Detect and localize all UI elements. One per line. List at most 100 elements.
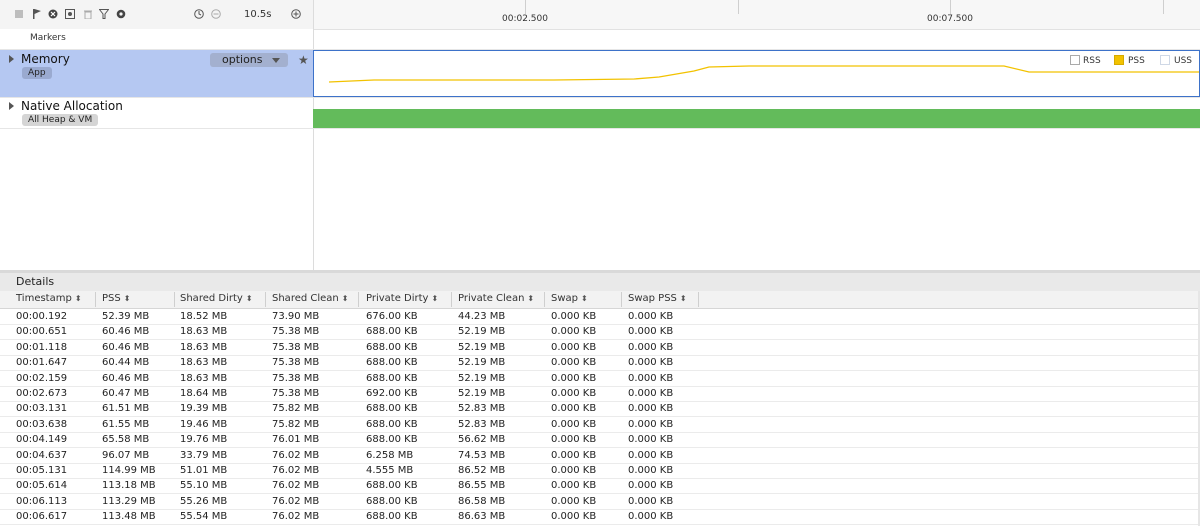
zoom-in-icon[interactable] xyxy=(291,9,301,19)
table-cell: 688.00 KB xyxy=(366,357,418,369)
column-header[interactable]: Timestamp ⬍ xyxy=(16,293,82,304)
table-cell: 0.000 KB xyxy=(628,326,674,338)
table-cell: 86.52 MB xyxy=(458,465,506,476)
native-allocation-bar[interactable] xyxy=(313,109,1200,128)
table-cell: 113.29 MB xyxy=(102,495,156,507)
table-cell: 18.63 MB xyxy=(180,357,228,369)
table-row[interactable]: 00:04.637 96.07 MB 33.79 MB 76.02 MB 6.258 M… xyxy=(0,448,1200,464)
sort-icon[interactable]: ⬍ xyxy=(124,294,131,303)
column-header[interactable]: Private Dirty ⬍ xyxy=(366,293,438,304)
table-row[interactable]: 00:05.131 114.99 MB 51.01 MB 76.02 MB 4.555 … xyxy=(0,463,1200,479)
table-cell: 55.54 MB xyxy=(180,511,228,523)
column-header[interactable]: Private Clean ⬍ xyxy=(458,293,534,304)
star-icon[interactable]: ★ xyxy=(298,53,309,67)
table-row[interactable]: 00:02.159 60.46 MB 18.63 MB 75.38 MB 688.00 … xyxy=(0,371,1200,387)
memory-chart[interactable]: RSS PSS USS xyxy=(313,50,1200,97)
column-divider[interactable] xyxy=(358,292,359,307)
table-header: Timestamp ⬍ PSS ⬍ Shared Dirty ⬍ Shared Clean ⬍… xyxy=(0,291,1200,309)
options-dropdown[interactable]: options xyxy=(210,53,288,67)
native-allocation-track-header[interactable]: Native Allocation All Heap & VM xyxy=(0,98,313,128)
settings-icon[interactable] xyxy=(116,9,126,19)
table-cell: 19.46 MB xyxy=(180,418,228,430)
table-cell: 113.18 MB xyxy=(102,480,156,492)
table-cell: 0.000 KB xyxy=(551,341,597,353)
flag-icon[interactable] xyxy=(32,9,42,19)
expand-triangle-icon[interactable] xyxy=(9,102,14,110)
table-cell: 76.02 MB xyxy=(272,465,320,476)
table-cell: 114.99 MB xyxy=(102,465,156,476)
ruler-tick xyxy=(1163,0,1164,14)
table-row[interactable]: 00:03.638 61.55 MB 19.46 MB 75.82 MB 688.00 … xyxy=(0,417,1200,433)
table-cell: 0.000 KB xyxy=(628,388,674,399)
native-allocation-tag: All Heap & VM xyxy=(22,114,99,126)
column-header-label: Swap PSS xyxy=(628,293,677,304)
column-header[interactable]: Shared Clean ⬍ xyxy=(272,293,348,304)
uss-legend-label: USS xyxy=(1174,56,1193,66)
table-cell: 0.000 KB xyxy=(628,403,674,415)
time-ruler[interactable]: 00:02.500 00:07.500 xyxy=(313,0,1200,30)
uss-legend-checkbox[interactable] xyxy=(1160,55,1170,65)
trash-icon[interactable] xyxy=(83,9,93,20)
pss-legend-checkbox[interactable] xyxy=(1114,55,1124,65)
table-cell: 75.38 MB xyxy=(272,372,320,384)
sort-icon[interactable]: ⬍ xyxy=(246,294,253,303)
column-divider[interactable] xyxy=(174,292,175,307)
expand-triangle-icon[interactable] xyxy=(9,55,14,63)
column-header[interactable]: Swap PSS ⬍ xyxy=(628,293,687,304)
details-header: Details xyxy=(0,273,1200,291)
sort-icon[interactable]: ⬍ xyxy=(342,294,349,303)
table-row[interactable]: 00:03.131 61.51 MB 19.39 MB 75.82 MB 688.00 … xyxy=(0,401,1200,418)
record-icon[interactable] xyxy=(48,9,58,19)
native-allocation-title: Native Allocation xyxy=(21,99,123,113)
table-cell: 00:04.637 xyxy=(16,449,68,461)
table-cell: 19.39 MB xyxy=(180,403,228,415)
table-row[interactable]: 00:00.651 60.46 MB 18.63 MB 75.38 MB 688.00 … xyxy=(0,324,1200,341)
table-row[interactable]: 00:00.192 52.39 MB 18.52 MB 73.90 MB 676.00 … xyxy=(0,309,1200,325)
table-cell: 18.63 MB xyxy=(180,341,228,353)
sort-icon[interactable]: ⬍ xyxy=(527,294,534,303)
table-row[interactable]: 00:01.647 60.44 MB 18.63 MB 75.38 MB 688.00 … xyxy=(0,355,1200,372)
column-header[interactable]: Swap ⬍ xyxy=(551,293,588,304)
capture-icon[interactable] xyxy=(65,9,75,19)
ruler-tick-label: 00:07.500 xyxy=(927,14,973,24)
filter-icon[interactable] xyxy=(98,9,110,19)
column-divider[interactable] xyxy=(451,292,452,307)
column-header-label: Private Dirty xyxy=(366,293,429,304)
table-row[interactable]: 00:06.617 113.48 MB 55.54 MB 76.02 MB 688.00… xyxy=(0,509,1200,526)
table-cell: 56.62 MB xyxy=(458,434,506,446)
column-divider[interactable] xyxy=(544,292,545,307)
table-cell: 86.55 MB xyxy=(458,480,506,492)
zoom-out-icon[interactable] xyxy=(211,9,221,19)
chevron-down-icon xyxy=(272,58,280,63)
sort-icon[interactable]: ⬍ xyxy=(680,294,687,303)
table-row[interactable]: 00:02.673 60.47 MB 18.64 MB 75.38 MB 692.00 … xyxy=(0,386,1200,402)
markers-label: Markers xyxy=(30,33,66,43)
table-cell: 75.82 MB xyxy=(272,403,320,415)
sort-icon[interactable]: ⬍ xyxy=(75,294,82,303)
column-header[interactable]: Shared Dirty ⬍ xyxy=(180,293,253,304)
sort-icon[interactable]: ⬍ xyxy=(581,294,588,303)
column-divider[interactable] xyxy=(621,292,622,307)
table-cell: 75.38 MB xyxy=(272,326,320,338)
table-cell: 44.23 MB xyxy=(458,311,506,322)
table-cell: 00:02.673 xyxy=(16,388,68,399)
column-divider[interactable] xyxy=(95,292,96,307)
table-row[interactable]: 00:05.614 113.18 MB 55.10 MB 76.02 MB 688.00… xyxy=(0,478,1200,495)
rss-legend-checkbox[interactable] xyxy=(1070,55,1080,65)
table-row[interactable]: 00:04.149 65.58 MB 19.76 MB 76.01 MB 688.00 … xyxy=(0,432,1200,449)
table-cell: 76.01 MB xyxy=(272,434,320,446)
table-cell: 33.79 MB xyxy=(180,449,228,461)
table-cell: 19.76 MB xyxy=(180,434,228,446)
ruler-tick xyxy=(525,0,526,14)
stop-icon[interactable] xyxy=(14,9,24,19)
column-divider[interactable] xyxy=(265,292,266,307)
column-header[interactable]: PSS ⬍ xyxy=(102,293,130,304)
column-divider[interactable] xyxy=(698,292,699,307)
clock-icon[interactable] xyxy=(194,9,204,19)
table-cell: 688.00 KB xyxy=(366,480,418,492)
table-cell: 76.02 MB xyxy=(272,449,320,461)
sort-icon[interactable]: ⬍ xyxy=(431,294,438,303)
table-cell: 0.000 KB xyxy=(551,465,597,476)
table-row[interactable]: 00:01.118 60.46 MB 18.63 MB 75.38 MB 688.00 … xyxy=(0,340,1200,356)
table-row[interactable]: 00:06.113 113.29 MB 55.26 MB 76.02 MB 688.00… xyxy=(0,494,1200,510)
